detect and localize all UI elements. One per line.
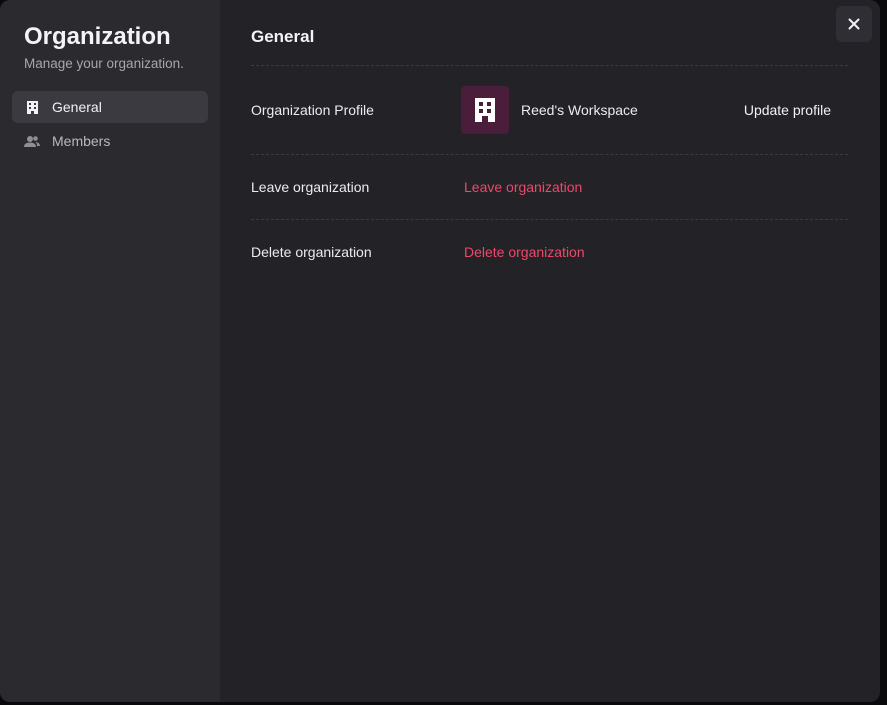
sidebar-nav: General Members xyxy=(12,91,208,157)
leave-organization-label: Leave organization xyxy=(251,179,370,195)
organization-name: Reed's Workspace xyxy=(521,102,638,118)
organization-profile-label: Organization Profile xyxy=(251,102,374,118)
delete-organization-label: Delete organization xyxy=(251,244,372,260)
sidebar-item-label: Members xyxy=(52,133,111,149)
building-icon xyxy=(475,98,495,122)
leave-organization-row: Leave organization Leave organization xyxy=(251,155,848,219)
close-button[interactable] xyxy=(836,6,872,42)
sidebar: Organization Manage your organization. G… xyxy=(0,0,220,702)
sidebar-subtitle: Manage your organization. xyxy=(24,56,184,71)
sidebar-title: Organization xyxy=(24,23,171,50)
organization-modal: Organization Manage your organization. G… xyxy=(0,0,880,702)
main-panel: General Organization Profile Reed's Work… xyxy=(220,0,880,702)
delete-organization-button[interactable]: Delete organization xyxy=(464,244,585,260)
sidebar-item-general[interactable]: General xyxy=(12,91,208,123)
building-icon xyxy=(24,99,40,115)
delete-organization-row: Delete organization Delete organization xyxy=(251,220,848,284)
organization-avatar xyxy=(461,86,509,134)
close-icon xyxy=(848,18,860,30)
update-profile-button[interactable]: Update profile xyxy=(744,102,831,118)
users-icon xyxy=(24,133,40,149)
page-title: General xyxy=(251,27,315,46)
leave-organization-button[interactable]: Leave organization xyxy=(464,179,582,195)
organization-profile-row: Organization Profile Reed's Workspace Up… xyxy=(251,66,848,154)
sidebar-item-label: General xyxy=(52,99,102,115)
sidebar-item-members[interactable]: Members xyxy=(12,125,208,157)
